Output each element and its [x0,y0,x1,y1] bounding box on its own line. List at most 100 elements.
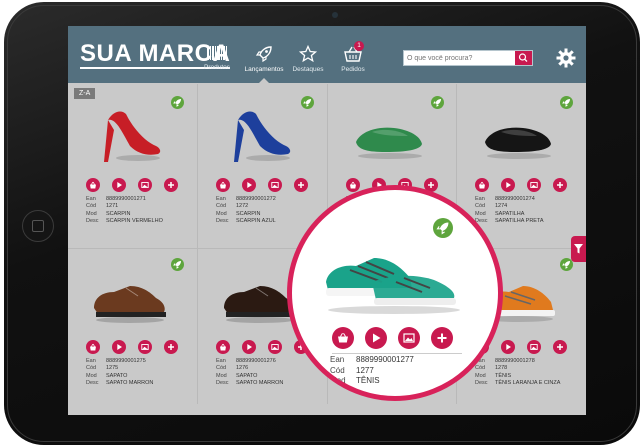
search-box [403,50,533,66]
image-icon [271,344,279,350]
add-button[interactable] [553,340,567,354]
view-gallery-button[interactable] [398,327,420,349]
ean-label: Ean [86,196,96,202]
view-gallery-button[interactable] [268,340,282,354]
product-actions [216,340,308,354]
search-input[interactable] [407,51,503,65]
ean-value: 8889990001277 [356,355,414,364]
add-button[interactable] [294,178,308,192]
add-to-cart-button[interactable] [86,178,100,192]
nav-label: Produtos [203,64,231,71]
mod-label: Mod [475,372,486,379]
play-icon [506,344,511,350]
play-icon [117,344,122,350]
launch-badge [171,96,184,109]
mod-value: SAPATILHA [495,210,525,217]
add-to-cart-button[interactable] [346,178,360,192]
basket-icon [90,181,96,189]
add-button[interactable] [553,178,567,192]
add-to-cart-button[interactable] [86,340,100,354]
play-video-button[interactable] [112,178,126,192]
camera-dot [332,12,338,18]
plus-icon [557,182,563,188]
image-icon [530,182,538,188]
mod-label: Mod [216,210,227,217]
product-info: Ean 8889990001278 Cód 1278 Mod TÊNIS Desc TÊNIS… [475,358,560,387]
product-actions [86,340,178,354]
nav-produtos[interactable]: Produtos [190,45,244,79]
mod-label: Mod [330,376,346,385]
desc-value: SCARPIN AZUL [236,217,276,224]
basket-icon [479,181,485,189]
product-image-sneaker[interactable] [316,238,466,318]
mod-label: Mod [86,372,97,379]
home-button[interactable] [22,210,54,242]
basket-icon [338,332,348,343]
ean-value: 8889990001272 [236,196,276,202]
basket-icon [220,343,226,351]
play-icon [373,333,381,343]
add-button[interactable] [164,178,178,192]
play-video-button[interactable] [242,178,256,192]
search-button[interactable] [515,51,532,65]
basket-icon [350,181,356,189]
plus-icon [298,182,304,188]
product-zoom-magnifier[interactable]: Ean 8889990001277 Cód 1277 Mod TÊNIS [287,185,503,401]
image-icon [403,333,415,343]
rocket-icon [255,46,272,63]
play-video-button[interactable] [501,178,515,192]
sort-order-tag[interactable]: Z-A [74,88,96,99]
add-button[interactable] [431,327,453,349]
cod-value: 1278 [495,365,508,372]
search-icon [518,53,528,62]
add-to-cart-button[interactable] [216,178,230,192]
view-gallery-button[interactable] [527,178,541,192]
add-to-cart-button[interactable] [216,340,230,354]
add-to-cart-button[interactable] [332,327,354,349]
add-to-cart-button[interactable] [475,178,489,192]
play-video-button[interactable] [365,327,387,349]
mod-value: TÊNIS [495,372,512,379]
gear-icon[interactable] [556,48,576,68]
desc-label: Desc [216,379,229,386]
rocket-icon [173,99,181,107]
grid-divider [197,84,198,404]
cod-label: Cód [216,365,227,372]
product-info: Ean 8889990001272 Cód 1272 Mod SCARPIN Desc SCA… [216,196,276,225]
mod-value: SCARPIN [236,210,261,217]
product-image[interactable] [216,102,302,172]
view-gallery-button[interactable] [268,178,282,192]
add-button[interactable] [164,340,178,354]
play-video-button[interactable] [242,340,256,354]
play-video-button[interactable] [112,340,126,354]
cod-label: Cód [475,203,486,210]
view-gallery-button[interactable] [138,178,152,192]
cod-value: 1276 [236,365,249,372]
desc-value: SAPATILHA PRETA [495,217,544,224]
star-icon [299,45,317,63]
cod-label: Cód [330,365,345,375]
view-gallery-button[interactable] [138,340,152,354]
play-icon [247,344,252,350]
zoom-product-info: Ean 8889990001277 Cód 1277 Mod TÊNIS [330,355,414,387]
product-image[interactable] [86,102,172,172]
product-image[interactable] [86,264,172,334]
product-image[interactable] [346,102,432,172]
image-icon [271,182,279,188]
launch-badge [560,96,573,109]
play-video-button[interactable] [501,340,515,354]
mod-value: SCARPIN [106,210,131,217]
view-gallery-button[interactable] [527,340,541,354]
image-icon [141,182,149,188]
ean-value: 8889990001278 [495,358,535,364]
product-image[interactable] [475,102,561,172]
plus-icon [557,344,563,350]
ean-value: 8889990001276 [236,358,276,364]
desc-value: SAPATO MARRON [106,379,154,386]
filter-icon [574,244,583,254]
rocket-icon [433,99,441,107]
launch-badge [431,96,444,109]
cod-value: 1272 [236,203,249,210]
nav-pedidos[interactable]: Pedidos [326,45,380,79]
filter-button[interactable] [571,236,586,262]
